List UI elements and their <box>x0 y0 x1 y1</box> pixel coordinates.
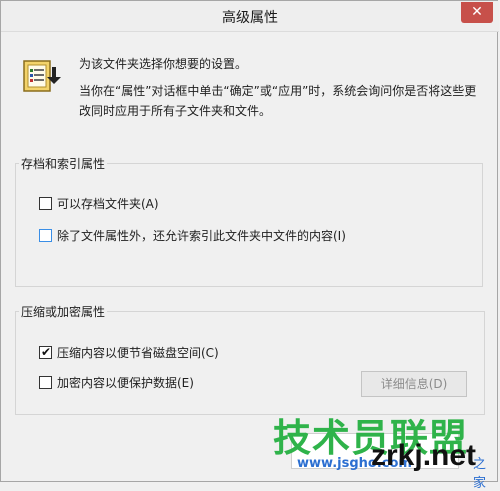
window-title: 高级属性 <box>222 10 278 26</box>
archive-folder-checkbox[interactable] <box>39 197 52 210</box>
intro-explanation: 当你在“属性”对话框中单击“确定”或“应用”时，系统会询问你是否将这些更改同时应… <box>79 84 477 118</box>
compress-label: 压缩内容以便节省磁盘空间(C) <box>57 346 219 360</box>
archive-group-title: 存档和索引属性 <box>19 155 108 172</box>
watermark-brand: zrkj.net <box>371 439 477 472</box>
advanced-attributes-dialog: 高级属性 ✕ 为该文件夹选择你想要的设置。 当你在“属性”对话框中单击“确定”或… <box>0 0 499 491</box>
encrypt-label: 加密内容以便保护数据(E) <box>57 376 194 390</box>
title-bar: 高级属性 ✕ <box>1 1 499 32</box>
encrypt-checkbox[interactable] <box>39 376 52 389</box>
intro-text: 为该文件夹选择你想要的设置。 <box>79 57 248 71</box>
compress-group-title: 压缩或加密属性 <box>19 303 108 320</box>
index-content-label: 除了文件属性外，还允许索引此文件夹中文件的内容(I) <box>57 229 346 243</box>
compress-encrypt-group <box>15 311 485 415</box>
folder-settings-icon <box>23 60 61 92</box>
archive-folder-label: 可以存档文件夹(A) <box>57 197 159 211</box>
checkmark-icon: ✔ <box>41 345 52 359</box>
archive-index-group <box>15 163 483 287</box>
compress-checkbox[interactable]: ✔ <box>39 345 52 359</box>
close-button[interactable]: ✕ <box>461 2 493 23</box>
details-button[interactable]: 详细信息(D) <box>361 371 467 397</box>
index-content-checkbox[interactable] <box>39 229 52 242</box>
watermark-suffix: 之家 <box>473 457 487 491</box>
